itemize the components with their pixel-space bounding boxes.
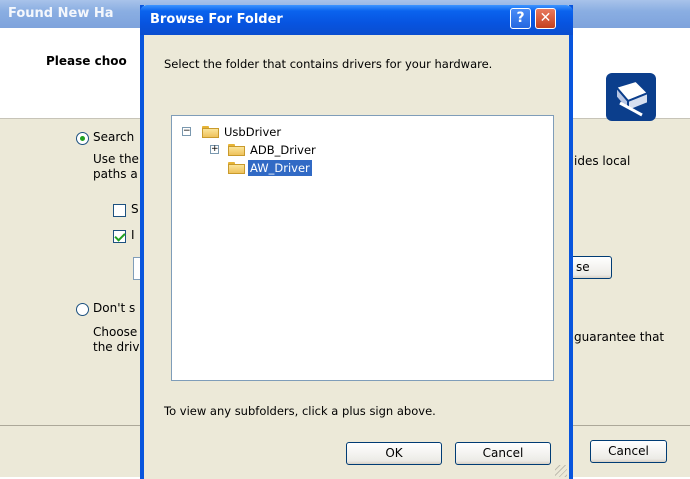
resize-grip[interactable] [555, 465, 567, 477]
close-button[interactable]: ✕ [535, 8, 556, 29]
choose-desc-line2: the driv [93, 340, 140, 354]
search-desc-line1: Use the [93, 152, 139, 166]
cancel-button[interactable]: Cancel [455, 442, 551, 465]
search-radio[interactable] [76, 132, 89, 145]
ok-button[interactable]: OK [346, 442, 442, 465]
tree-item-label: ADB_Driver [250, 143, 316, 157]
wizard-cancel-label: Cancel [608, 444, 649, 458]
dialog-instruction: Select the folder that contains drivers … [164, 57, 493, 71]
cancel-label: Cancel [482, 446, 524, 460]
browse-button-label: se [576, 260, 590, 274]
checkbox2-label: I [131, 228, 135, 242]
open-folder-icon [228, 162, 245, 174]
choose-desc-line1: Choose [93, 325, 138, 339]
folder-icon [202, 126, 219, 138]
choose-desc-line1-end: guarantee that [574, 330, 665, 344]
search-desc-line2: paths a [93, 167, 138, 181]
wizard-cancel-button[interactable]: Cancel [590, 440, 667, 463]
tree-item-label: UsbDriver [224, 125, 282, 139]
checkbox1-label: S [131, 202, 139, 216]
dont-search-radio-label: Don't s [93, 301, 136, 315]
tree-item-label-selected: AW_Driver [248, 160, 312, 176]
expand-icon[interactable]: + [210, 145, 219, 154]
help-icon: ? [516, 10, 525, 26]
wizard-browse-button[interactable]: se [569, 256, 612, 279]
folder-icon [228, 144, 245, 156]
dialog-titlebar[interactable]: Browse For Folder ? ✕ [140, 5, 573, 35]
ok-label: OK [385, 446, 403, 460]
wizard-title: Found New Ha [8, 6, 114, 21]
search-removable-media-checkbox[interactable] [113, 204, 126, 217]
include-location-checkbox[interactable] [113, 230, 126, 243]
hardware-icon [606, 73, 656, 121]
help-button[interactable]: ? [510, 8, 531, 29]
wizard-header-title: Please choo [46, 54, 127, 68]
dialog-hint: To view any subfolders, click a plus sig… [164, 404, 436, 418]
folder-tree[interactable]: − UsbDriver + ADB_Driver AW_Driver [171, 115, 554, 381]
search-desc-line1-end: ides local [574, 154, 631, 168]
dialog-title: Browse For Folder [150, 12, 283, 27]
close-icon: ✕ [539, 10, 552, 26]
browse-for-folder-dialog: Browse For Folder ? ✕ Select the folder … [140, 5, 573, 479]
collapse-icon[interactable]: − [182, 127, 191, 136]
search-radio-label: Search [93, 130, 135, 144]
dont-search-radio[interactable] [76, 303, 89, 316]
